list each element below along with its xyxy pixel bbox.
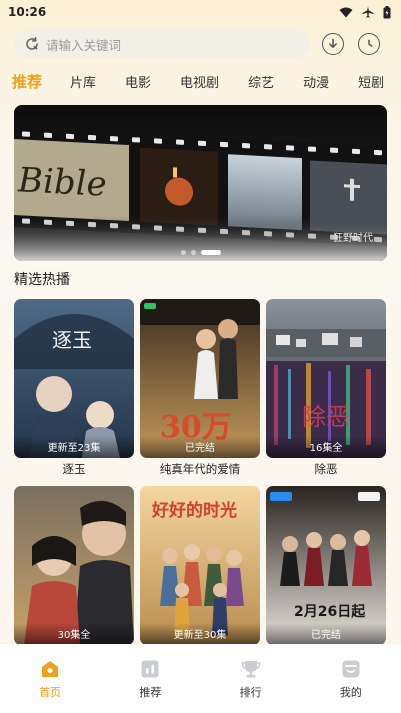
episode-badge: 30集全 (14, 623, 134, 645)
status-icons (339, 5, 391, 19)
download-button[interactable] (322, 33, 344, 55)
poster-card[interactable]: 逐玉 更新至23集 逐玉 (14, 299, 134, 480)
poster-card[interactable]: 2月26日起 已完结 (266, 486, 386, 667)
section-title: 精选热播 (14, 272, 70, 288)
banner-dot[interactable] (180, 250, 186, 255)
search-input[interactable]: 请输入关键词 (14, 30, 310, 58)
wifi-icon (339, 7, 353, 17)
banner-pagination (14, 250, 387, 255)
episode-badge: 更新至23集 (14, 436, 134, 458)
chart-icon (141, 660, 159, 678)
search-refresh-icon (26, 37, 38, 50)
battery-icon (383, 5, 391, 18)
tab-recommend[interactable]: 推荐 (12, 71, 42, 92)
episode-badge: 已完结 (266, 623, 386, 645)
status-bar: 10:26 (0, 0, 401, 24)
banner-caption: 狂野时代 (333, 233, 373, 244)
poster-image: 好好的时光 更新至30集 (140, 486, 260, 645)
poster-card[interactable]: 好好的时光 更新至30集 (140, 486, 260, 667)
clock-icon (368, 39, 373, 47)
category-tabs: 推荐 片库 电影 电视剧 综艺 动漫 短剧 (0, 63, 401, 99)
poster-image: 30集全 (14, 486, 134, 645)
card-title: 纯真年代的爱情 (159, 462, 241, 476)
download-icon (329, 38, 337, 48)
nav-home[interactable]: 首页 (10, 659, 90, 700)
card-title: 除恶 (314, 462, 338, 476)
search-row: 请输入关键词 (0, 30, 401, 58)
nav-profile[interactable]: 我的 (311, 659, 391, 700)
tab-anime[interactable]: 动漫 (303, 72, 329, 91)
poster-card[interactable]: 30集全 (14, 486, 134, 667)
poster-title-art: 逐玉 (52, 328, 92, 352)
nav-ranking[interactable]: 排行 (211, 659, 291, 700)
airplane-icon (362, 6, 374, 18)
bottom-nav: 首页 推荐 排行 我的 (0, 644, 401, 713)
poster-image: 30万 已完结 (140, 299, 260, 458)
nav-recommend-label: 推荐 (139, 686, 162, 699)
nav-ranking-label: 排行 (239, 686, 262, 699)
home-icon (42, 661, 59, 677)
nav-home-label: 首页 (39, 686, 62, 699)
history-button[interactable] (358, 33, 380, 55)
banner-dot-active[interactable] (200, 250, 221, 255)
poster-image: 2月26日起 已完结 (266, 486, 386, 645)
poster-title-art: 2月26日起 (294, 603, 366, 620)
profile-icon (342, 660, 360, 678)
tab-short-drama[interactable]: 短剧 (358, 72, 384, 91)
tab-tv-series[interactable]: 电视剧 (180, 72, 219, 91)
poster-title-art: 除恶 (302, 403, 350, 431)
trophy-icon (241, 661, 260, 678)
nav-recommend[interactable]: 推荐 (110, 659, 190, 700)
tab-library[interactable]: 片库 (70, 72, 96, 91)
episode-badge: 已完结 (140, 436, 260, 458)
nav-profile-label: 我的 (339, 686, 362, 699)
hero-banner[interactable]: Bible 狂野时代 (14, 105, 387, 261)
banner-poster-text: Bible (17, 160, 107, 205)
card-title: 逐玉 (62, 462, 86, 476)
tab-variety[interactable]: 综艺 (248, 72, 274, 91)
poster-card[interactable]: 除恶 16集全 除恶 (266, 299, 386, 480)
poster-title-art: 好好的时光 (151, 500, 237, 521)
tab-movies[interactable]: 电影 (125, 72, 151, 91)
banner-dot[interactable] (190, 250, 196, 255)
search-placeholder: 请输入关键词 (46, 37, 122, 53)
poster-grid: 逐玉 更新至23集 逐玉 30万 已完结 纯真年代的爱情 除恶 16集全 除恶 … (0, 299, 401, 667)
poster-card[interactable]: 30万 已完结 纯真年代的爱情 (140, 299, 260, 480)
status-time: 10:26 (8, 5, 47, 19)
poster-image: 逐玉 更新至23集 (14, 299, 134, 458)
episode-badge: 更新至30集 (140, 623, 260, 645)
poster-image: 除恶 16集全 (266, 299, 386, 458)
episode-badge: 16集全 (266, 436, 386, 458)
banner-image: Bible (14, 105, 387, 261)
